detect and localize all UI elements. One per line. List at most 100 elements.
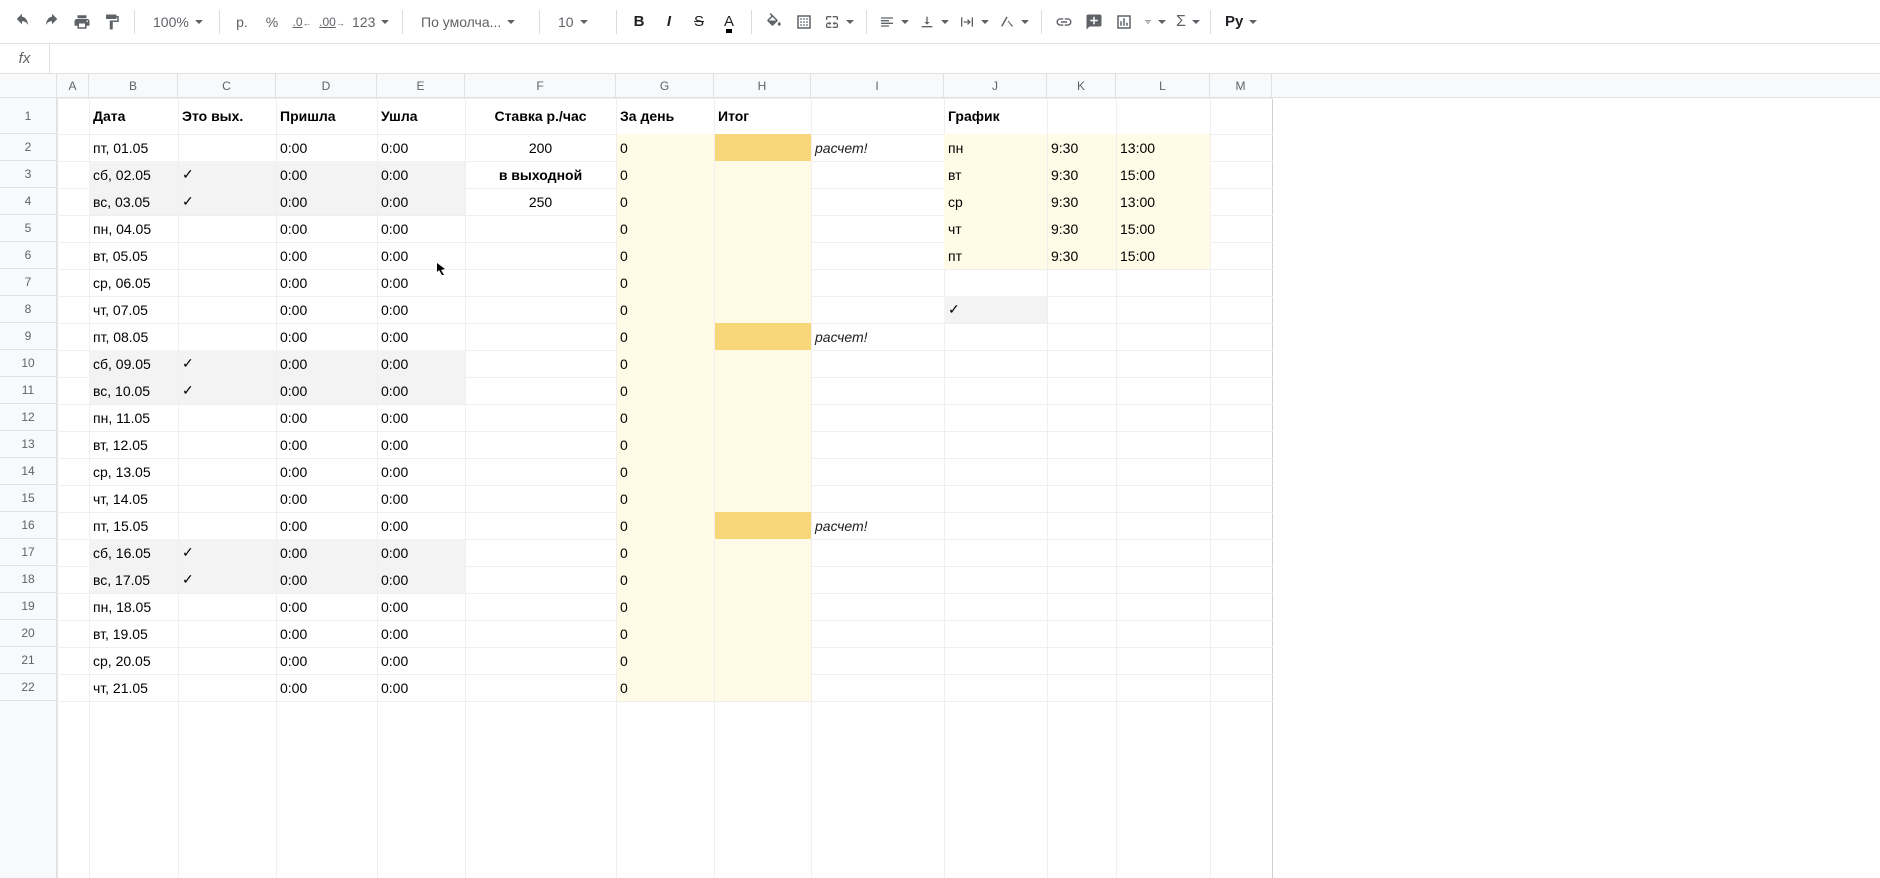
filter-button[interactable]: [1140, 8, 1170, 36]
date-cell[interactable]: пн, 18.05: [89, 593, 178, 620]
left-cell[interactable]: 0:00: [377, 566, 465, 593]
row-header-11[interactable]: 11: [0, 377, 56, 404]
header-B[interactable]: Дата: [89, 98, 178, 134]
percent-button[interactable]: %: [258, 8, 286, 36]
date-cell[interactable]: сб, 02.05: [89, 161, 178, 188]
decrease-decimal-button[interactable]: .0←: [288, 8, 316, 36]
select-all-corner[interactable]: [0, 74, 57, 98]
sched-from[interactable]: 9:30: [1047, 161, 1116, 188]
day-cell[interactable]: 0: [616, 188, 714, 215]
came-cell[interactable]: 0:00: [276, 134, 377, 161]
col-header-J[interactable]: J: [944, 74, 1047, 97]
left-cell[interactable]: 0:00: [377, 188, 465, 215]
date-cell[interactable]: чт, 21.05: [89, 674, 178, 701]
script-button[interactable]: Pу: [1219, 8, 1259, 36]
day-cell[interactable]: 0: [616, 377, 714, 404]
note-cell[interactable]: расчет!: [811, 134, 944, 161]
sched-to[interactable]: 13:00: [1116, 188, 1210, 215]
bold-button[interactable]: B: [625, 8, 653, 36]
day-cell[interactable]: 0: [616, 674, 714, 701]
row-header-8[interactable]: 8: [0, 296, 56, 323]
merge-cells-button[interactable]: [820, 8, 858, 36]
date-cell[interactable]: сб, 16.05: [89, 539, 178, 566]
rate-cell[interactable]: в выходной: [465, 161, 616, 188]
left-cell[interactable]: 0:00: [377, 404, 465, 431]
row-header-1[interactable]: 1: [0, 98, 56, 134]
header-E[interactable]: Ушла: [377, 98, 465, 134]
came-cell[interactable]: 0:00: [276, 242, 377, 269]
col-header-B[interactable]: B: [89, 74, 178, 97]
col-header-E[interactable]: E: [377, 74, 465, 97]
date-cell[interactable]: пт, 15.05: [89, 512, 178, 539]
came-cell[interactable]: 0:00: [276, 377, 377, 404]
weekend-check[interactable]: ✓: [178, 377, 276, 404]
sched-day[interactable]: чт: [944, 215, 1047, 242]
left-cell[interactable]: 0:00: [377, 512, 465, 539]
left-cell[interactable]: 0:00: [377, 485, 465, 512]
date-cell[interactable]: вс, 03.05: [89, 188, 178, 215]
came-cell[interactable]: 0:00: [276, 539, 377, 566]
left-cell[interactable]: 0:00: [377, 458, 465, 485]
formula-input[interactable]: [50, 44, 1880, 73]
wrap-button[interactable]: [955, 8, 993, 36]
row-header-20[interactable]: 20: [0, 620, 56, 647]
sched-to[interactable]: 15:00: [1116, 161, 1210, 188]
date-cell[interactable]: вт, 12.05: [89, 431, 178, 458]
day-cell[interactable]: 0: [616, 566, 714, 593]
row-header-2[interactable]: 2: [0, 134, 56, 161]
row-header-19[interactable]: 19: [0, 593, 56, 620]
row-header-13[interactable]: 13: [0, 431, 56, 458]
italic-button[interactable]: I: [655, 8, 683, 36]
date-cell[interactable]: сб, 09.05: [89, 350, 178, 377]
row-header-22[interactable]: 22: [0, 674, 56, 701]
date-cell[interactable]: ср, 06.05: [89, 269, 178, 296]
date-cell[interactable]: вс, 10.05: [89, 377, 178, 404]
day-cell[interactable]: 0: [616, 134, 714, 161]
came-cell[interactable]: 0:00: [276, 647, 377, 674]
left-cell[interactable]: 0:00: [377, 161, 465, 188]
paint-format-button[interactable]: [98, 8, 126, 36]
left-cell[interactable]: 0:00: [377, 431, 465, 458]
col-header-G[interactable]: G: [616, 74, 714, 97]
day-cell[interactable]: 0: [616, 296, 714, 323]
weekend-check[interactable]: ✓: [178, 539, 276, 566]
sched-to[interactable]: 15:00: [1116, 215, 1210, 242]
day-cell[interactable]: 0: [616, 593, 714, 620]
font-size-select[interactable]: 10: [548, 8, 608, 36]
day-cell[interactable]: 0: [616, 431, 714, 458]
left-cell[interactable]: 0:00: [377, 593, 465, 620]
came-cell[interactable]: 0:00: [276, 593, 377, 620]
sched-day[interactable]: вт: [944, 161, 1047, 188]
header-F[interactable]: Ставка р./час: [465, 98, 616, 134]
row-header-21[interactable]: 21: [0, 647, 56, 674]
came-cell[interactable]: 0:00: [276, 215, 377, 242]
row-header-14[interactable]: 14: [0, 458, 56, 485]
day-cell[interactable]: 0: [616, 404, 714, 431]
row-header-16[interactable]: 16: [0, 512, 56, 539]
row-header-15[interactable]: 15: [0, 485, 56, 512]
sched-day[interactable]: пн: [944, 134, 1047, 161]
note-cell[interactable]: расчет!: [811, 323, 944, 350]
col-header-D[interactable]: D: [276, 74, 377, 97]
font-select[interactable]: По умолча...: [411, 8, 531, 36]
day-cell[interactable]: 0: [616, 215, 714, 242]
day-cell[interactable]: 0: [616, 485, 714, 512]
sched-day[interactable]: ср: [944, 188, 1047, 215]
h-align-button[interactable]: [875, 8, 913, 36]
came-cell[interactable]: 0:00: [276, 269, 377, 296]
note-cell[interactable]: расчет!: [811, 512, 944, 539]
col-header-F[interactable]: F: [465, 74, 616, 97]
left-cell[interactable]: 0:00: [377, 296, 465, 323]
date-cell[interactable]: вт, 05.05: [89, 242, 178, 269]
left-cell[interactable]: 0:00: [377, 539, 465, 566]
weekend-check[interactable]: ✓: [178, 188, 276, 215]
came-cell[interactable]: 0:00: [276, 620, 377, 647]
sched-to[interactable]: 15:00: [1116, 242, 1210, 269]
insert-chart-button[interactable]: [1110, 8, 1138, 36]
left-cell[interactable]: 0:00: [377, 674, 465, 701]
undo-button[interactable]: [8, 8, 36, 36]
sched-from[interactable]: 9:30: [1047, 242, 1116, 269]
row-header-7[interactable]: 7: [0, 269, 56, 296]
day-cell[interactable]: 0: [616, 647, 714, 674]
came-cell[interactable]: 0:00: [276, 404, 377, 431]
